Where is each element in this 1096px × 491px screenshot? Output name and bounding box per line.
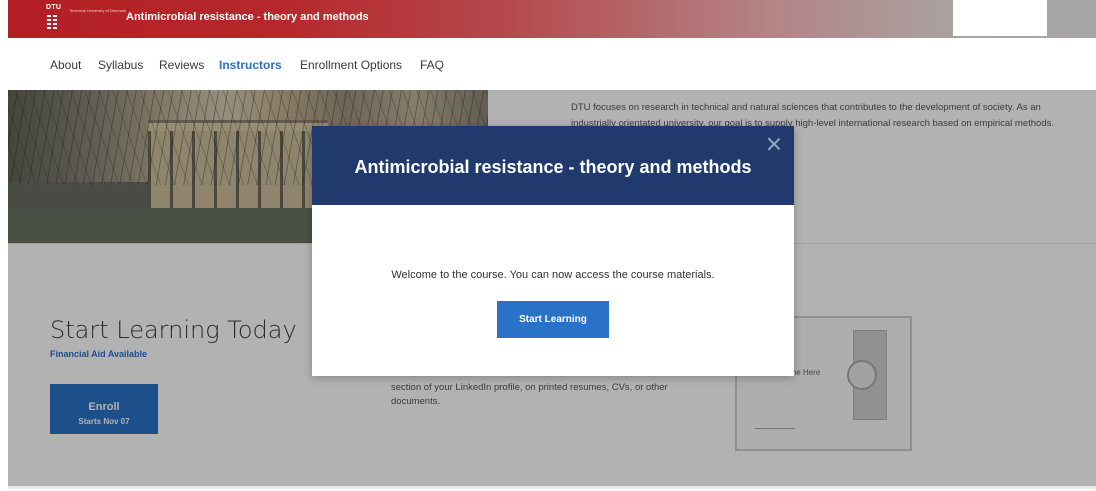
top-header-bar: DTU Technical University of Denmark Anti… [8, 0, 1096, 38]
nav-reviews[interactable]: Reviews [159, 58, 219, 74]
course-title: Antimicrobial resistance - theory and me… [126, 11, 369, 23]
nav-instructors[interactable]: Instructors [219, 58, 300, 74]
modal-message: Welcome to the course. You can now acces… [391, 269, 715, 281]
page-bottom-shadow [8, 486, 1096, 491]
logo-subtext: Technical University of Denmark [69, 8, 127, 13]
nav-about[interactable]: About [50, 58, 98, 74]
modal-header: Antimicrobial resistance - theory and me… [312, 126, 794, 205]
modal-title: Antimicrobial resistance - theory and me… [354, 157, 752, 177]
close-icon[interactable] [766, 136, 782, 152]
welcome-modal: Antimicrobial resistance - theory and me… [312, 126, 794, 376]
nav-syllabus[interactable]: Syllabus [98, 58, 159, 74]
logo-text: DTU [46, 4, 62, 11]
nav-faq[interactable]: FAQ [420, 58, 450, 74]
nav-enrollment-options[interactable]: Enrollment Options [300, 58, 420, 74]
logo-mark-icon [47, 15, 57, 29]
start-learning-button[interactable]: Start Learning [497, 301, 609, 338]
course-nav: About Syllabus Reviews Instructors Enrol… [50, 58, 450, 74]
header-search-input[interactable] [953, 0, 1047, 36]
